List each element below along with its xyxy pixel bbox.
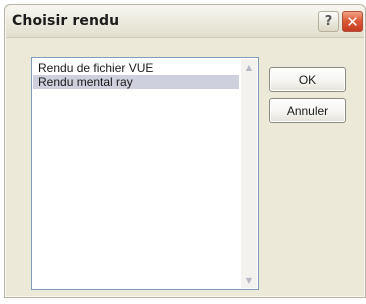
render-listbox[interactable]: Rendu de fichier VUE Rendu mental ray ▲ … xyxy=(31,57,259,290)
help-icon: ? xyxy=(324,14,333,29)
annuler-button[interactable]: Annuler xyxy=(269,98,346,123)
choisir-rendu-dialog: Choisir rendu ? ✕ Rendu de fichier VUE R… xyxy=(4,4,366,298)
render-list-items: Rendu de fichier VUE Rendu mental ray xyxy=(33,61,239,89)
list-item-rendu-fichier-vue[interactable]: Rendu de fichier VUE xyxy=(33,61,239,75)
dialog-title: Choisir rendu xyxy=(12,13,120,29)
scroll-up-arrow-icon[interactable]: ▲ xyxy=(241,59,257,75)
vertical-scrollbar[interactable]: ▲ ▼ xyxy=(241,59,257,288)
title-bar[interactable]: Choisir rendu ? ✕ xyxy=(6,6,364,38)
close-button[interactable]: ✕ xyxy=(342,11,363,32)
list-item-rendu-mental-ray[interactable]: Rendu mental ray xyxy=(33,75,239,89)
help-button[interactable]: ? xyxy=(318,11,339,32)
scroll-down-arrow-icon[interactable]: ▼ xyxy=(241,272,257,288)
close-icon: ✕ xyxy=(346,12,359,31)
ok-button[interactable]: OK xyxy=(269,67,346,92)
